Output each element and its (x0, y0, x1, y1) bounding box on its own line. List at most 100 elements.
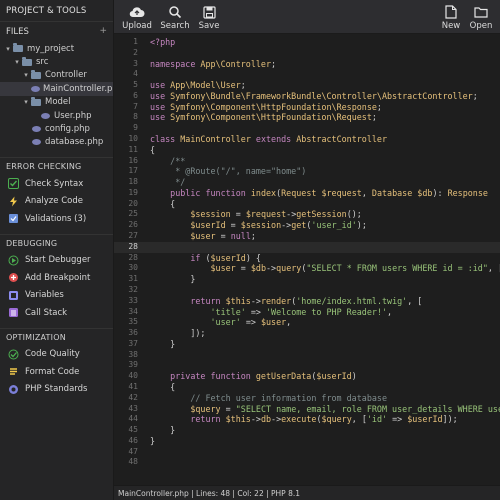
code-token: Symfony\Component\HttpFoundation\Respons… (170, 101, 377, 112)
line-number: 18 (128, 177, 138, 187)
search-button[interactable]: Search (158, 4, 192, 31)
line-number: 16 (128, 155, 138, 165)
status-text: MainController.php | Lines: 48 | Col: 22… (118, 489, 301, 498)
search-icon (158, 4, 192, 20)
code-token: } (150, 274, 196, 285)
tool-item[interactable]: Code Quality (0, 346, 113, 364)
code-text: 'title' => 'Welcome to PHP Reader!', (150, 306, 393, 318)
code-text: <?php (150, 37, 175, 48)
code-line: 45 } (114, 425, 500, 436)
tool-item[interactable]: Validations (3) (0, 210, 113, 228)
chevron-down-icon[interactable]: ▾ (22, 98, 30, 106)
tree-item[interactable]: MainController.php (0, 82, 113, 96)
code-text: // Fetch user information from database (150, 393, 387, 404)
save-label: Save (198, 21, 220, 31)
code-token: = (220, 403, 236, 414)
tree-item-label: src (36, 57, 49, 68)
code-line: 32 (114, 285, 500, 296)
sidebar-title: PROJECT & TOOLS (0, 0, 113, 22)
open-button[interactable]: Open (464, 4, 498, 31)
tool-item[interactable]: Format Code (0, 363, 113, 381)
upload-button[interactable]: Upload (120, 4, 154, 31)
chevron-down-icon[interactable]: ▾ (4, 45, 12, 53)
line-number: 44 (128, 414, 138, 424)
code-token: (); (346, 209, 362, 220)
line-number: 10 (128, 134, 138, 144)
tree-item[interactable]: database.php (0, 136, 113, 149)
code-token: { (150, 144, 156, 155)
line-number: 43 (128, 403, 138, 413)
code-token: , [ (351, 414, 367, 425)
code-token: ; (240, 80, 246, 91)
code-text: namespace App\Controller; (150, 59, 276, 70)
code-token: 'Welcome to PHP Reader!' (265, 306, 387, 317)
code-text: } (150, 425, 175, 436)
tree-item[interactable]: config.php (0, 122, 113, 135)
code-editor[interactable]: 1 <?php 2 3 namespace App\Controller; 4 5 use A… (114, 34, 500, 485)
tool-item[interactable]: Check Syntax (0, 175, 113, 193)
code-text: class MainController extends AbstractCon… (150, 134, 387, 145)
section-header: ERROR CHECKING (0, 157, 113, 175)
code-line: 7 use Symfony\Component\HttpFoundation\Re… (114, 102, 500, 113)
code-line: 26 $userId = $session->get('user_id'); (114, 220, 500, 231)
tool-item[interactable]: Start Debugger (0, 252, 113, 270)
code-line: 10 class MainController extends AbstractC… (114, 134, 500, 145)
tree-item[interactable]: ▾ Controller (0, 69, 113, 82)
tool-item-label: Validations (3) (25, 213, 87, 224)
code-text: */ (150, 177, 185, 188)
tree-item[interactable]: ▾ my_project (0, 42, 113, 55)
code-token: , (286, 317, 292, 328)
folder-open-icon (464, 4, 498, 20)
tree-item[interactable]: ▾ Model (0, 96, 113, 109)
check-icon (8, 178, 19, 190)
code-token: , (387, 306, 393, 317)
tool-item[interactable]: PHP Standards (0, 381, 113, 399)
code-token: Request (281, 187, 322, 198)
code-token: db (260, 414, 272, 425)
code-text: { (150, 199, 175, 210)
new-button[interactable]: New (434, 4, 468, 31)
code-text: use Symfony\Component\HttpFoundation\Req… (150, 112, 377, 123)
line-number: 35 (128, 317, 138, 327)
chevron-down-icon[interactable]: ▾ (22, 71, 30, 79)
code-token: => (240, 317, 261, 328)
tool-item[interactable]: Add Breakpoint (0, 269, 113, 287)
tool-item-label: Analyze Code (25, 196, 83, 207)
code-token: ); (356, 220, 367, 231)
code-line: 17 * @Route("/", name="home") (114, 166, 500, 177)
code-text: $user = null; (150, 231, 256, 242)
line-number: 40 (128, 371, 138, 381)
code-token: ; (472, 90, 478, 101)
tool-item-label: Add Breakpoint (25, 272, 91, 283)
tool-item[interactable]: Analyze Code (0, 193, 113, 211)
code-token: $query (190, 403, 221, 414)
code-text: private function getUserData($userId) (150, 371, 357, 382)
code-token: use (150, 80, 171, 91)
line-number: 1 (133, 37, 138, 46)
code-line: 28 if ($userId) { (114, 253, 500, 264)
code-line: 40 private function getUserData($userId) (114, 371, 500, 382)
code-token: -> (281, 220, 292, 231)
tree-item[interactable]: ▾ src (0, 55, 113, 68)
tool-item[interactable]: Variables (0, 287, 113, 305)
tree-item[interactable]: User.php (0, 109, 113, 122)
code-token: => (245, 306, 266, 317)
code-token: /** (150, 155, 186, 166)
code-line: 19 public function index(Request $reques… (114, 188, 500, 199)
code-token: "SELECT * FROM users WHERE id = :id" (306, 263, 488, 274)
save-button[interactable]: Save (192, 4, 226, 31)
code-token: -> (271, 414, 282, 425)
add-file-icon[interactable]: + (99, 26, 107, 36)
code-token: } (150, 338, 176, 349)
code-token: ): (432, 187, 448, 198)
code-token: return (190, 414, 226, 425)
tool-item[interactable]: Call Stack (0, 304, 113, 322)
line-number: 39 (128, 360, 138, 370)
tool-item-label: Code Quality (25, 349, 80, 360)
code-token: ]); (442, 414, 458, 425)
code-line: 18 */ (114, 177, 500, 188)
chevron-down-icon[interactable]: ▾ (13, 58, 21, 66)
code-text: } (150, 436, 155, 447)
